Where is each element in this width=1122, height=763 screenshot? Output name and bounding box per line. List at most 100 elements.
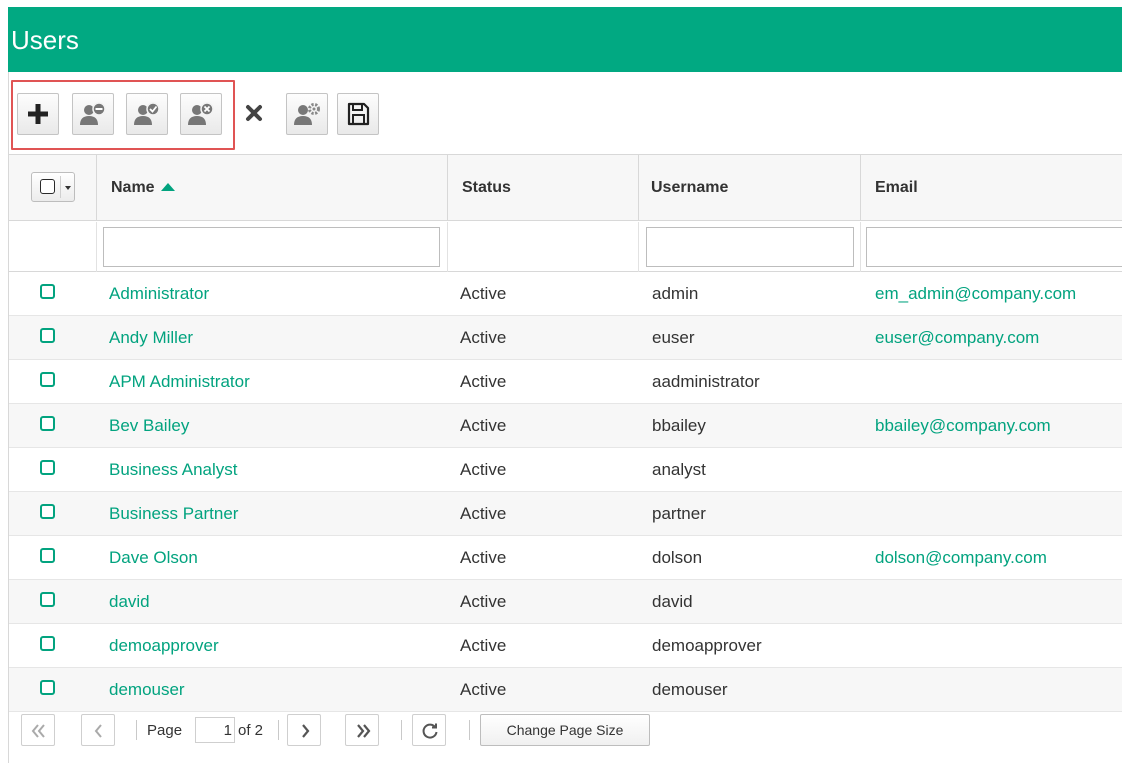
page-number-input[interactable] xyxy=(195,717,235,743)
filter-cell-username xyxy=(639,222,861,272)
first-page-button[interactable] xyxy=(21,714,55,746)
column-header-name[interactable]: Name xyxy=(97,155,448,221)
table-row[interactable]: APM Administrator Active aadministrator xyxy=(9,360,1122,404)
chevron-down-icon[interactable] xyxy=(65,186,71,190)
row-checkbox[interactable] xyxy=(40,504,55,519)
username-cell: demoapprover xyxy=(652,636,762,655)
plus-icon xyxy=(28,104,48,124)
row-checkbox[interactable] xyxy=(40,416,55,431)
table-row[interactable]: Administrator Active admin em_admin@comp… xyxy=(9,272,1122,316)
user-x-icon xyxy=(188,102,214,125)
user-name-link[interactable]: Administrator xyxy=(109,284,209,304)
user-settings-button[interactable] xyxy=(286,93,328,135)
table-row[interactable]: Dave Olson Active dolson dolson@company.… xyxy=(9,536,1122,580)
table-row[interactable]: Business Partner Active partner xyxy=(9,492,1122,536)
chevron-right-icon xyxy=(302,724,310,738)
save-icon xyxy=(347,102,370,126)
next-page-button[interactable] xyxy=(287,714,321,746)
filter-cell-name xyxy=(97,222,448,272)
email-link[interactable]: em_admin@company.com xyxy=(875,284,1076,304)
refresh-button[interactable] xyxy=(412,714,446,746)
select-all-checkbox[interactable] xyxy=(40,179,55,194)
double-chevron-right-icon xyxy=(357,724,371,738)
page-title: Users xyxy=(11,25,79,55)
username-cell: admin xyxy=(652,284,699,303)
select-all-dropdown[interactable] xyxy=(31,172,75,202)
user-name-link[interactable]: APM Administrator xyxy=(109,372,250,392)
user-minus-icon xyxy=(80,102,106,125)
user-name-link[interactable]: Andy Miller xyxy=(109,328,193,348)
username-cell: david xyxy=(652,592,693,611)
refresh-icon xyxy=(422,723,438,739)
row-checkbox[interactable] xyxy=(40,460,55,475)
user-name-link[interactable]: Business Partner xyxy=(109,504,238,524)
email-filter-input[interactable] xyxy=(866,227,1122,267)
row-checkbox[interactable] xyxy=(40,680,55,695)
previous-page-button[interactable] xyxy=(81,714,115,746)
status-cell: Active xyxy=(460,416,507,435)
delete-button[interactable] xyxy=(234,93,276,135)
status-cell: Active xyxy=(460,372,507,391)
status-cell: Active xyxy=(460,504,507,523)
user-name-link[interactable]: Bev Bailey xyxy=(109,416,189,436)
username-cell: aadministrator xyxy=(652,372,760,391)
user-gear-icon xyxy=(294,103,320,125)
email-link[interactable]: dolson@company.com xyxy=(875,548,1047,568)
column-header-status[interactable]: Status xyxy=(448,155,639,221)
select-all-cell xyxy=(9,155,97,221)
status-cell: Active xyxy=(460,592,507,611)
username-cell: partner xyxy=(652,504,706,523)
remove-user-button[interactable] xyxy=(72,93,114,135)
row-checkbox[interactable] xyxy=(40,284,55,299)
users-grid: Name Status Username Email Administrator xyxy=(9,154,1122,712)
deactivate-user-button[interactable] xyxy=(180,93,222,135)
close-icon xyxy=(246,105,262,121)
user-name-link[interactable]: demoapprover xyxy=(109,636,219,656)
status-cell: Active xyxy=(460,548,507,567)
activate-user-button[interactable] xyxy=(126,93,168,135)
page-label: Page xyxy=(147,722,183,739)
status-cell: Active xyxy=(460,284,507,303)
table-row[interactable]: Bev Bailey Active bbailey bbailey@compan… xyxy=(9,404,1122,448)
column-header-username[interactable]: Username xyxy=(639,155,861,221)
chevron-left-icon xyxy=(94,724,102,738)
username-cell: euser xyxy=(652,328,695,347)
column-label: Name xyxy=(111,179,155,196)
table-row[interactable]: demoapprover Active demoapprover xyxy=(9,624,1122,668)
name-filter-input[interactable] xyxy=(103,227,440,267)
column-label: Email xyxy=(875,179,918,196)
add-user-button[interactable] xyxy=(17,93,59,135)
table-row[interactable]: Business Analyst Active analyst xyxy=(9,448,1122,492)
user-name-link[interactable]: david xyxy=(109,592,150,612)
user-name-link[interactable]: Dave Olson xyxy=(109,548,198,568)
status-cell: Active xyxy=(460,680,507,699)
email-link[interactable]: euser@company.com xyxy=(875,328,1039,348)
row-checkbox[interactable] xyxy=(40,548,55,563)
row-checkbox[interactable] xyxy=(40,592,55,607)
divider xyxy=(469,720,470,740)
username-cell: analyst xyxy=(652,460,706,479)
filter-cell-status xyxy=(448,222,639,272)
email-link[interactable]: bbailey@company.com xyxy=(875,416,1051,436)
user-name-link[interactable]: Business Analyst xyxy=(109,460,238,480)
page-count-label: of 2 xyxy=(238,722,264,739)
row-checkbox[interactable] xyxy=(40,328,55,343)
table-row[interactable]: david Active david xyxy=(9,580,1122,624)
table-row[interactable]: demouser Active demouser xyxy=(9,668,1122,712)
username-filter-input[interactable] xyxy=(646,227,854,267)
row-checkbox[interactable] xyxy=(40,636,55,651)
user-name-link[interactable]: demouser xyxy=(109,680,185,700)
double-chevron-left-icon xyxy=(31,724,45,738)
column-label: Status xyxy=(462,179,511,196)
grid-header: Name Status Username Email xyxy=(9,155,1122,221)
last-page-button[interactable] xyxy=(345,714,379,746)
change-page-size-button[interactable]: Change Page Size xyxy=(480,714,650,746)
username-cell: dolson xyxy=(652,548,703,567)
divider xyxy=(401,720,402,740)
table-row[interactable]: Andy Miller Active euser euser@company.c… xyxy=(9,316,1122,360)
column-header-email[interactable]: Email xyxy=(861,155,1122,221)
save-button[interactable] xyxy=(337,93,379,135)
row-checkbox[interactable] xyxy=(40,372,55,387)
username-cell: bbailey xyxy=(652,416,706,435)
page-header: Users xyxy=(8,7,1122,72)
